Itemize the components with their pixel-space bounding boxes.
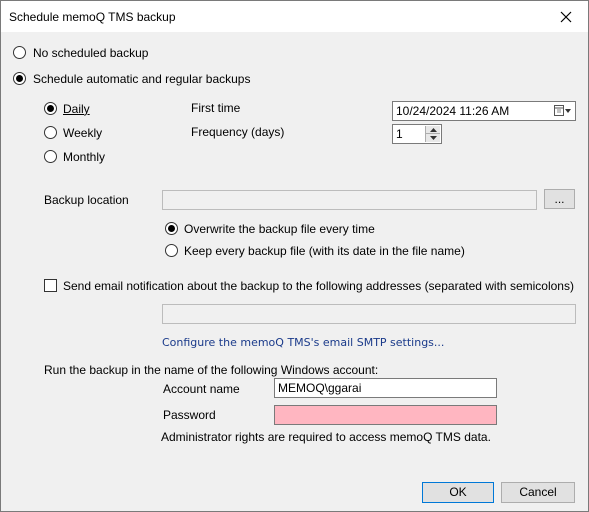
browse-button[interactable]: ... bbox=[544, 189, 575, 209]
triangle-up-icon bbox=[429, 127, 437, 132]
overwrite-label: Overwrite the backup file every time bbox=[184, 222, 375, 236]
no-backup-label: No scheduled backup bbox=[33, 46, 149, 60]
stepper-up-button[interactable] bbox=[426, 126, 440, 134]
close-button[interactable] bbox=[544, 1, 588, 32]
dialog-window: Schedule memoQ TMS backup No scheduled b… bbox=[0, 0, 589, 512]
password-input[interactable] bbox=[274, 405, 497, 425]
email-addresses-input[interactable] bbox=[162, 304, 576, 324]
cancel-button[interactable]: Cancel bbox=[501, 482, 575, 503]
triangle-down-icon bbox=[429, 136, 437, 140]
email-notification-checkbox[interactable] bbox=[44, 279, 57, 292]
account-name-label: Account name bbox=[163, 382, 240, 396]
frequency-days-value: 1 bbox=[396, 127, 403, 141]
overwrite-radio[interactable] bbox=[165, 222, 178, 235]
account-heading: Run the backup in the name of the follow… bbox=[44, 363, 379, 377]
email-notification-label: Send email notification about the backup… bbox=[63, 279, 574, 293]
stepper-buttons bbox=[425, 126, 440, 142]
weekly-radio[interactable] bbox=[44, 126, 57, 139]
keep-every-radio[interactable] bbox=[165, 244, 178, 257]
calendar-dropdown-icon[interactable] bbox=[554, 105, 572, 117]
backup-location-input[interactable] bbox=[162, 190, 537, 210]
close-icon bbox=[560, 11, 572, 22]
auto-backup-label: Schedule automatic and regular backups bbox=[33, 72, 251, 86]
monthly-label: Monthly bbox=[63, 150, 106, 164]
first-time-label: First time bbox=[191, 101, 241, 115]
daily-label: Daily bbox=[63, 102, 90, 116]
first-time-value: 10/24/2024 11:26 AM bbox=[396, 104, 510, 118]
smtp-settings-link[interactable]: Configure the memoQ TMS's email SMTP set… bbox=[162, 336, 444, 349]
daily-radio[interactable] bbox=[44, 102, 57, 115]
account-name-input[interactable]: MEMOQ\ggarai bbox=[274, 378, 497, 398]
ok-button[interactable]: OK bbox=[422, 482, 494, 503]
auto-backup-radio[interactable] bbox=[13, 72, 26, 85]
first-time-datepicker[interactable]: 10/24/2024 11:26 AM bbox=[392, 101, 576, 121]
frequency-days-stepper[interactable]: 1 bbox=[392, 124, 442, 144]
window-title: Schedule memoQ TMS backup bbox=[9, 10, 176, 24]
weekly-label: Weekly bbox=[63, 126, 103, 140]
keep-every-label: Keep every backup file (with its date in… bbox=[184, 244, 465, 258]
admin-rights-note: Administrator rights are required to acc… bbox=[161, 430, 491, 444]
title-bar: Schedule memoQ TMS backup bbox=[1, 1, 588, 32]
password-label: Password bbox=[163, 408, 216, 422]
backup-location-label: Backup location bbox=[44, 193, 129, 207]
no-backup-radio[interactable] bbox=[13, 46, 26, 59]
stepper-down-button[interactable] bbox=[426, 134, 440, 142]
monthly-radio[interactable] bbox=[44, 150, 57, 163]
frequency-days-label: Frequency (days) bbox=[191, 125, 285, 139]
